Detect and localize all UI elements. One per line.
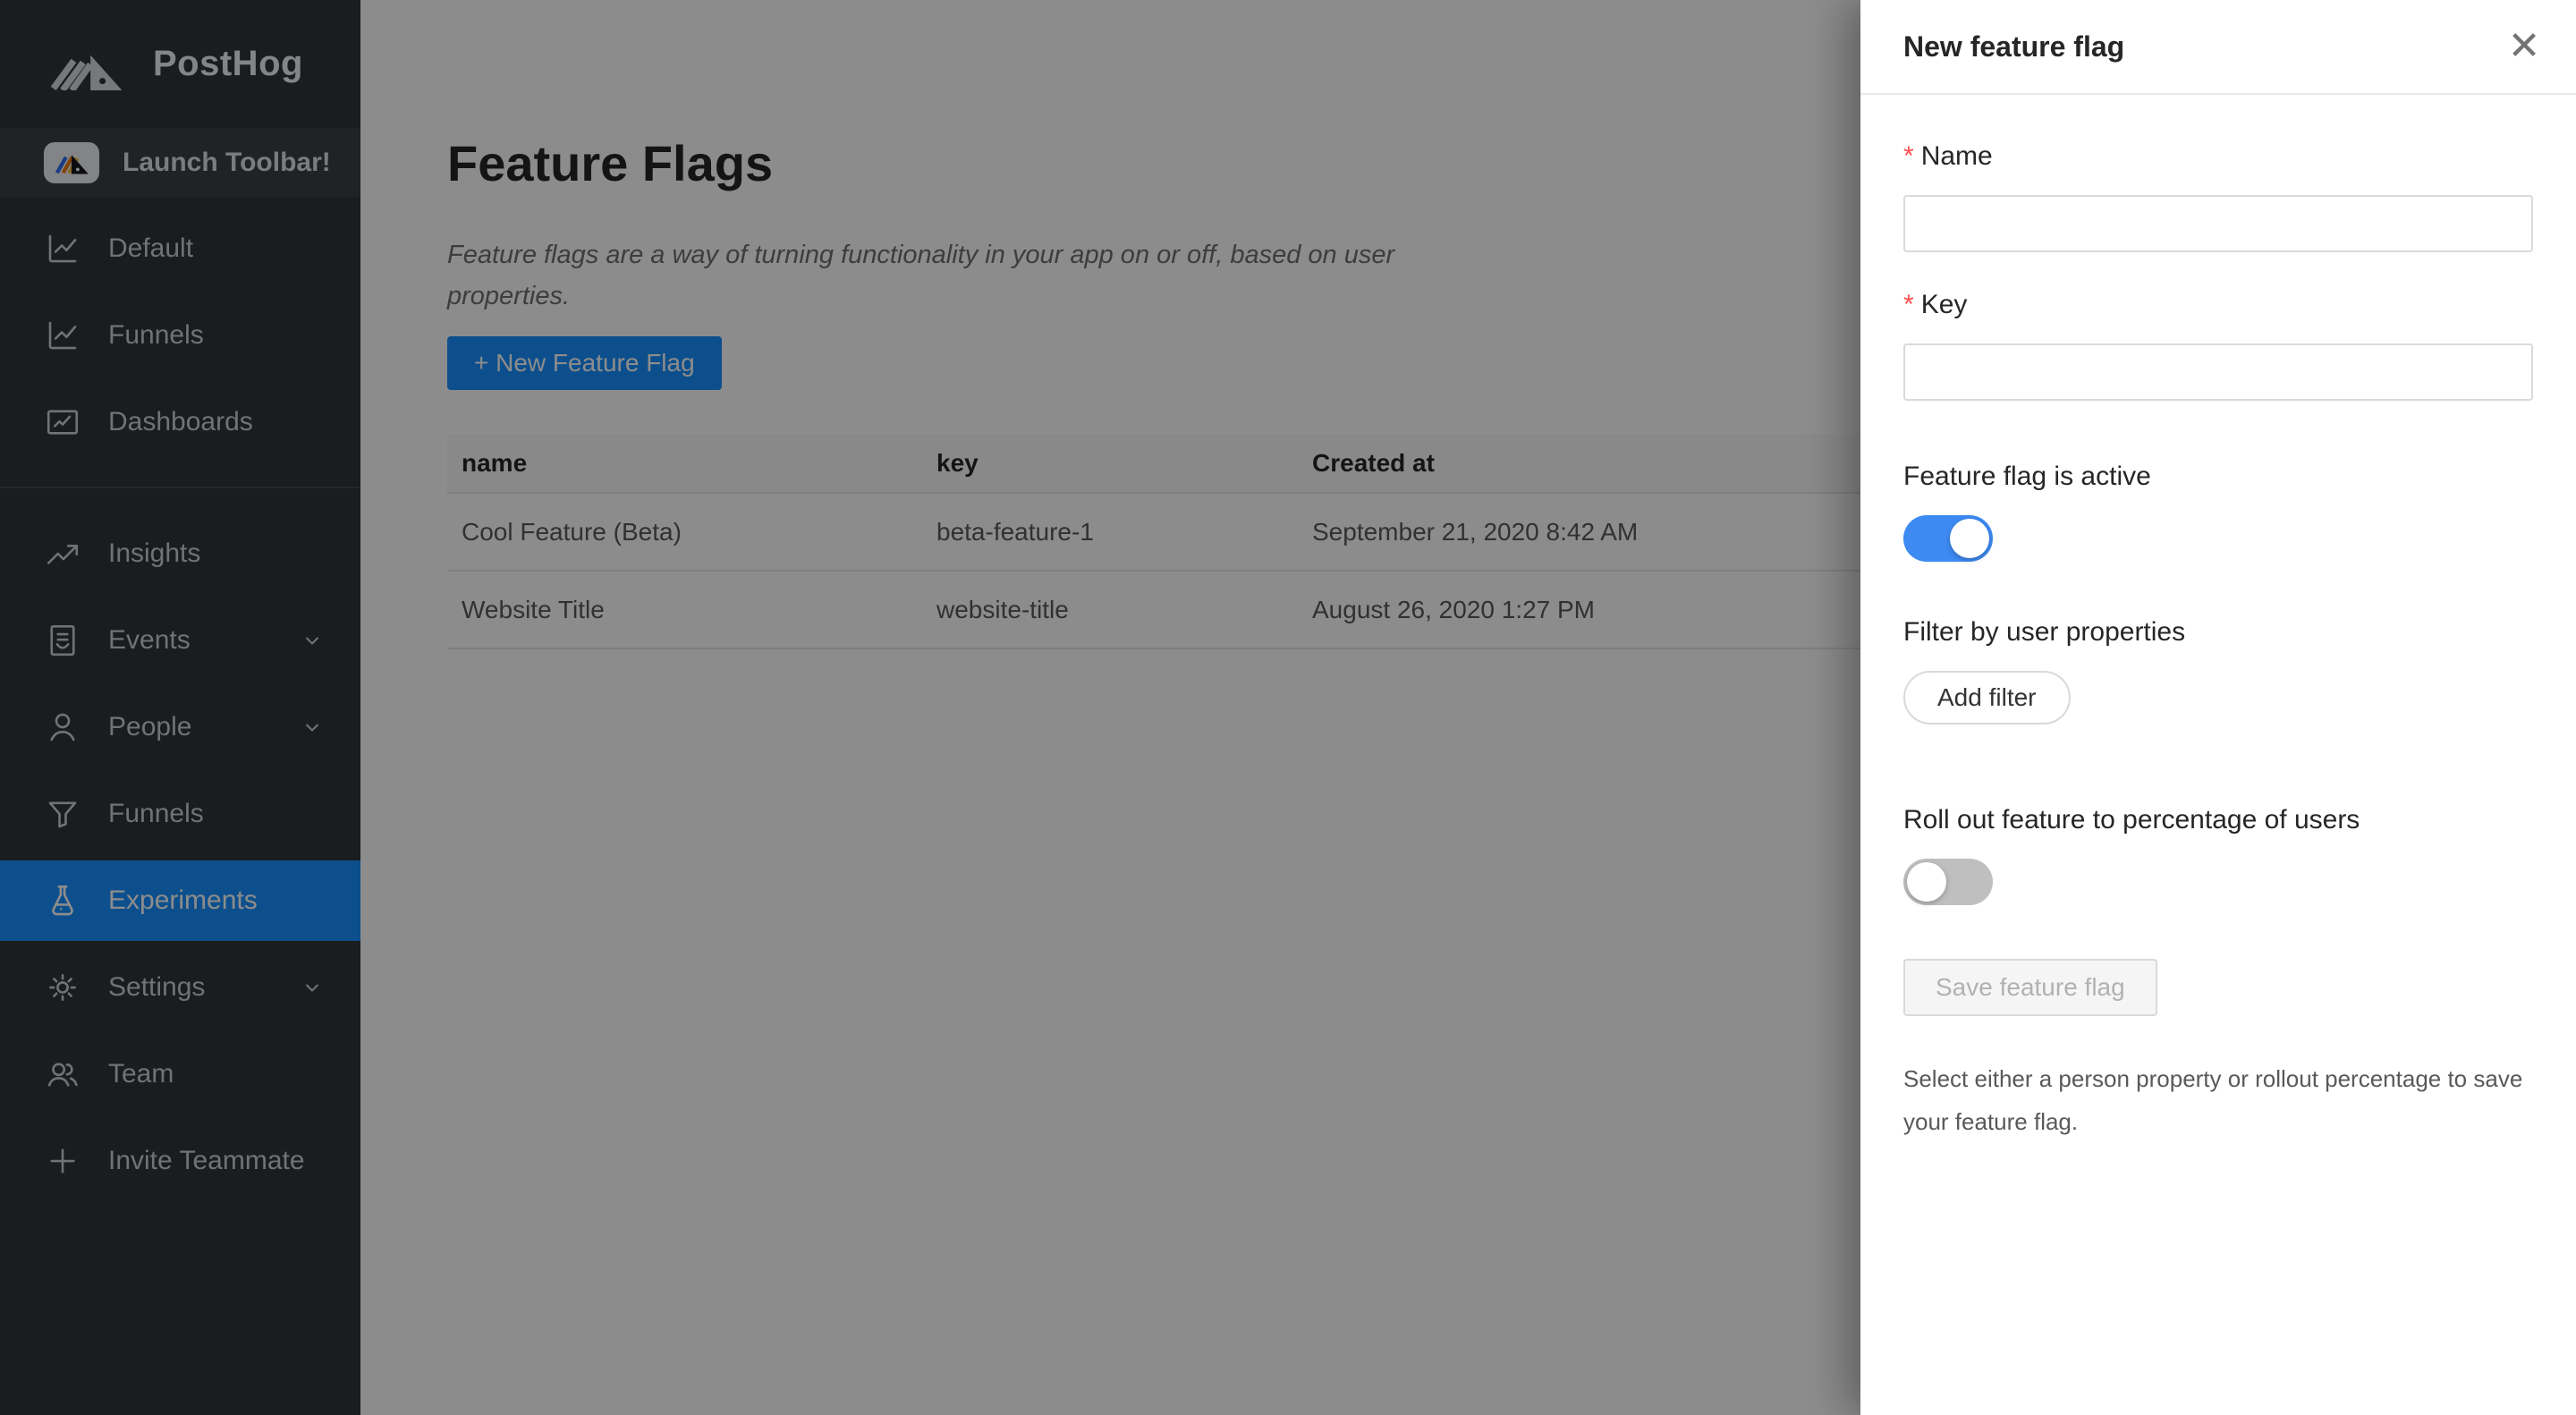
drawer-body: * Name * Key Feature flag is active Filter… [1860,95,2576,1143]
toggle-knob [1907,862,1946,902]
new-feature-flag-drawer: New feature flag ✕ * Name * Key Feature fl… [1860,0,2576,1415]
key-field-label: * Key [1903,290,1968,319]
active-toggle-label: Feature flag is active [1903,462,2151,491]
required-asterisk: * [1903,290,1914,319]
key-input[interactable] [1903,343,2533,401]
filter-section-label: Filter by user properties [1903,617,2186,647]
rollout-section-label: Roll out feature to percentage of users [1903,805,2360,835]
name-input[interactable] [1903,195,2533,252]
close-icon[interactable]: ✕ [2499,21,2549,72]
feature-flag-active-toggle[interactable] [1903,515,1993,562]
toggle-knob [1950,519,1989,558]
add-filter-button[interactable]: Add filter [1903,671,2071,724]
drawer-header: New feature flag ✕ [1860,0,2576,95]
name-field-label: * Name [1903,141,1993,171]
save-help-text: Select either a person property or rollo… [1903,1065,2523,1135]
drawer-title: New feature flag [1903,30,2125,63]
required-asterisk: * [1903,141,1914,171]
save-feature-flag-button[interactable]: Save feature flag [1903,959,2157,1016]
rollout-percentage-toggle[interactable] [1903,859,1993,905]
